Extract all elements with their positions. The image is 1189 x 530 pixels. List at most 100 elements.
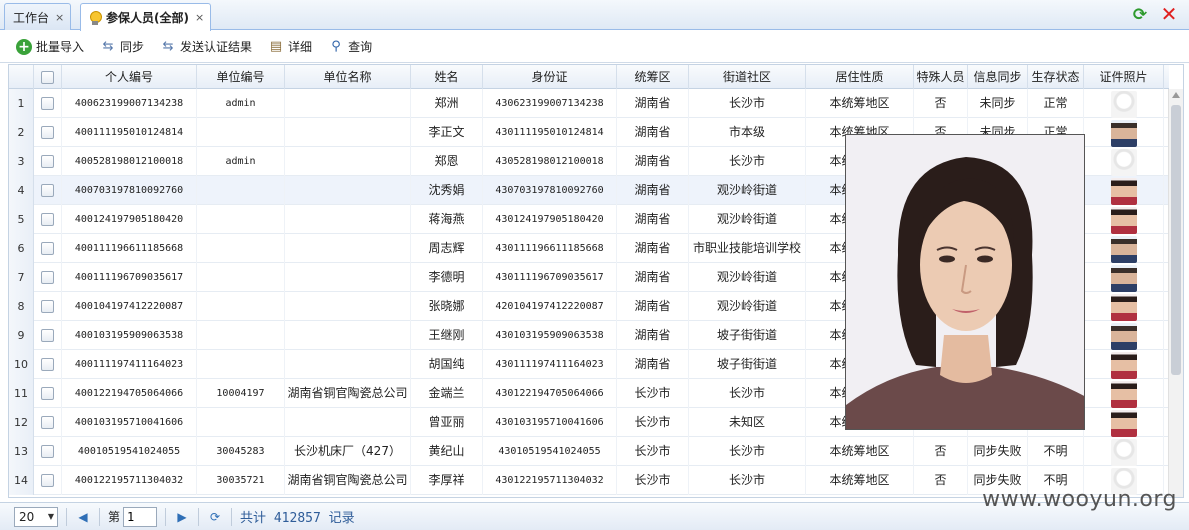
cell-name: 蒋海燕 bbox=[411, 205, 483, 234]
cell-name: 金端兰 bbox=[411, 379, 483, 408]
send-result-button[interactable]: ⇆ 发送认证结果 bbox=[154, 36, 258, 58]
row-checkbox[interactable] bbox=[41, 126, 54, 139]
column-header[interactable]: 街道社区 bbox=[689, 65, 806, 89]
cell-cb[interactable] bbox=[34, 205, 62, 234]
id-photo-thumbnail[interactable] bbox=[1110, 380, 1137, 408]
cell-cb[interactable] bbox=[34, 437, 62, 466]
scroll-up-icon[interactable] bbox=[1172, 92, 1180, 98]
row-checkbox[interactable] bbox=[41, 474, 54, 487]
page-number-input[interactable] bbox=[123, 506, 158, 527]
id-photo-thumbnail[interactable] bbox=[1110, 293, 1137, 321]
cell-cb[interactable] bbox=[34, 466, 62, 495]
tab-insured-persons[interactable]: 参保人员(全部) × bbox=[80, 3, 212, 31]
column-header[interactable]: 身份证 bbox=[483, 65, 617, 89]
id-photo-thumbnail[interactable] bbox=[1110, 409, 1137, 437]
cell-res: 本统筹地区 bbox=[806, 89, 914, 118]
cell-n: 9 bbox=[9, 321, 34, 350]
cell-uname bbox=[285, 205, 411, 234]
page-size-select[interactable]: 20 bbox=[14, 506, 58, 527]
sync-button[interactable]: ⇆ 同步 bbox=[94, 36, 150, 58]
select-all-checkbox[interactable] bbox=[41, 71, 54, 84]
cell-name: 李厚祥 bbox=[411, 466, 483, 495]
cell-area: 湖南省 bbox=[617, 205, 689, 234]
id-photo-thumbnail[interactable] bbox=[1110, 177, 1137, 205]
cell-n: 13 bbox=[9, 437, 34, 466]
button-label: 查询 bbox=[348, 40, 373, 54]
total-records: 共计 412857 记录 bbox=[240, 511, 355, 526]
id-photo-thumbnail[interactable] bbox=[1110, 264, 1137, 292]
cell-cb[interactable] bbox=[34, 263, 62, 292]
id-photo-thumbnail[interactable] bbox=[1110, 148, 1137, 176]
add-icon: + bbox=[16, 38, 32, 55]
row-checkbox[interactable] bbox=[41, 97, 54, 110]
id-photo-thumbnail[interactable] bbox=[1110, 206, 1137, 234]
cell-n: 12 bbox=[9, 408, 34, 437]
column-header[interactable]: 统筹区 bbox=[617, 65, 689, 89]
detail-button[interactable]: ▤ 详细 bbox=[262, 36, 318, 58]
close-icon[interactable]: ✕ bbox=[1159, 4, 1179, 24]
cell-uname bbox=[285, 147, 411, 176]
cell-cb[interactable] bbox=[34, 176, 62, 205]
cell-cb[interactable] bbox=[34, 234, 62, 263]
cell-cb[interactable] bbox=[34, 292, 62, 321]
tab-workbench[interactable]: 工作台 × bbox=[4, 3, 72, 30]
refresh-icon[interactable]: ⟳ bbox=[1131, 6, 1149, 24]
column-header[interactable]: 单位编号 bbox=[197, 65, 285, 89]
id-photo-thumbnail[interactable] bbox=[1110, 90, 1137, 118]
column-header[interactable]: 个人编号 bbox=[62, 65, 197, 89]
cell-cb[interactable] bbox=[34, 321, 62, 350]
cell-cb[interactable] bbox=[34, 408, 62, 437]
row-checkbox[interactable] bbox=[41, 213, 54, 226]
scroll-thumb[interactable] bbox=[1171, 105, 1181, 375]
column-header[interactable]: 特殊人员 bbox=[914, 65, 968, 89]
id-photo-thumbnail[interactable] bbox=[1110, 438, 1137, 466]
column-header[interactable]: 生存状态 bbox=[1028, 65, 1084, 89]
table-row[interactable]: 1 400623199007134238 admin 郑洲 43062319900713… bbox=[9, 89, 1169, 118]
cell-idc: 430528198012100018 bbox=[483, 147, 617, 176]
batch-import-button[interactable]: + 批量导入 bbox=[10, 36, 90, 58]
next-page-icon[interactable]: ▶ bbox=[174, 509, 190, 525]
row-checkbox[interactable] bbox=[41, 184, 54, 197]
row-checkbox[interactable] bbox=[41, 387, 54, 400]
reload-icon[interactable]: ⟳ bbox=[207, 509, 223, 525]
tab-close-icon[interactable]: × bbox=[195, 11, 204, 24]
column-header[interactable] bbox=[34, 65, 62, 89]
id-photo-thumbnail[interactable] bbox=[1110, 119, 1137, 147]
column-header[interactable]: 信息同步 bbox=[968, 65, 1028, 89]
grid-header: 个人编号 单位编号 单位名称 姓名 身份证 统筹区 街道社区 居住性质 特殊人员 信息同步 生存状态… bbox=[9, 65, 1169, 89]
id-photo-thumbnail[interactable] bbox=[1110, 351, 1137, 379]
row-checkbox[interactable] bbox=[41, 445, 54, 458]
cell-pid: 400103195909063538 bbox=[62, 321, 197, 350]
row-checkbox[interactable] bbox=[41, 155, 54, 168]
cell-uname bbox=[285, 89, 411, 118]
cell-cb[interactable] bbox=[34, 89, 62, 118]
table-row[interactable]: 13 40010519541024055 30045283 长沙机床厂（427） 黄纪山… bbox=[9, 437, 1169, 466]
vertical-scrollbar[interactable] bbox=[1168, 89, 1183, 497]
column-header[interactable]: 姓名 bbox=[411, 65, 483, 89]
cell-cb[interactable] bbox=[34, 379, 62, 408]
column-header[interactable]: 居住性质 bbox=[806, 65, 914, 89]
row-checkbox[interactable] bbox=[41, 358, 54, 371]
column-header[interactable]: 证件照片 bbox=[1084, 65, 1164, 89]
cell-cb[interactable] bbox=[34, 118, 62, 147]
id-photo-thumbnail[interactable] bbox=[1110, 235, 1137, 263]
cell-n: 14 bbox=[9, 466, 34, 495]
cell-cb[interactable] bbox=[34, 147, 62, 176]
cell-n: 5 bbox=[9, 205, 34, 234]
row-checkbox[interactable] bbox=[41, 300, 54, 313]
cell-street: 长沙市 bbox=[689, 437, 806, 466]
tab-close-icon[interactable]: × bbox=[55, 11, 64, 24]
query-button[interactable]: ⚲ 查询 bbox=[322, 36, 378, 58]
row-checkbox[interactable] bbox=[41, 271, 54, 284]
cell-uid bbox=[197, 234, 285, 263]
column-header[interactable]: 单位名称 bbox=[285, 65, 411, 89]
cell-cb[interactable] bbox=[34, 350, 62, 379]
id-photo-thumbnail[interactable] bbox=[1110, 322, 1137, 350]
cell-res: 本统筹地区 bbox=[806, 466, 914, 495]
cell-area: 湖南省 bbox=[617, 118, 689, 147]
prev-page-icon[interactable]: ◀ bbox=[75, 509, 91, 525]
row-checkbox[interactable] bbox=[41, 242, 54, 255]
page-label: 第 bbox=[108, 510, 121, 524]
row-checkbox[interactable] bbox=[41, 416, 54, 429]
row-checkbox[interactable] bbox=[41, 329, 54, 342]
